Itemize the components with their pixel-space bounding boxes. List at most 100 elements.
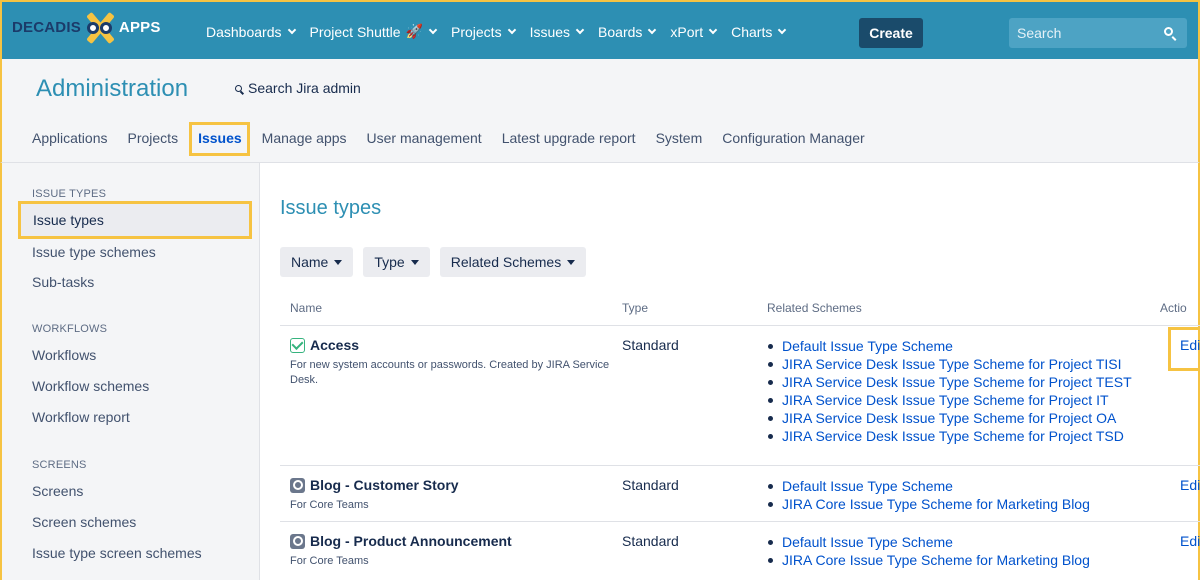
nav-label: Issues bbox=[529, 23, 571, 40]
sidebar-item-screens[interactable]: Screens bbox=[32, 483, 83, 499]
chevron-down-icon bbox=[648, 25, 657, 34]
filter-type-button[interactable]: Type bbox=[363, 247, 430, 277]
sidebar-item-workflows[interactable]: Workflows bbox=[32, 347, 96, 363]
checkbox-icon bbox=[290, 337, 305, 353]
admin-tabs: Applications Projects Issues Manage apps… bbox=[32, 122, 885, 156]
filter-name-button[interactable]: Name bbox=[280, 247, 354, 277]
sidebar-item-issue-type-schemes[interactable]: Issue type schemes bbox=[32, 244, 156, 260]
global-search bbox=[1009, 18, 1187, 48]
logo-word-2: APPS bbox=[118, 18, 161, 36]
sidebar-item-workflow-schemes[interactable]: Workflow schemes bbox=[32, 378, 149, 394]
related-schemes-list: Default Issue Type Scheme JIRA Core Issu… bbox=[767, 533, 1090, 569]
related-schemes-list: Default Issue Type Scheme JIRA Core Issu… bbox=[767, 477, 1090, 513]
type-cell: Standard bbox=[622, 533, 679, 549]
issue-type-name: Access bbox=[290, 337, 620, 353]
scheme-link[interactable]: Default Issue Type Scheme bbox=[767, 533, 1090, 551]
nav-projects[interactable]: Projects bbox=[451, 23, 516, 40]
tab-configuration-manager[interactable]: Configuration Manager bbox=[722, 130, 864, 146]
issue-type-name-text: Access bbox=[310, 337, 360, 353]
issue-types-title: Issue types bbox=[280, 197, 382, 219]
issue-type-name-text: Blog - Customer Story bbox=[310, 477, 459, 493]
issue-type-name-text: Blog - Product Announcement bbox=[310, 533, 512, 549]
tab-latest-upgrade-report[interactable]: Latest upgrade report bbox=[502, 130, 636, 146]
nav-label: Projects bbox=[451, 23, 502, 40]
search-icon bbox=[235, 84, 242, 92]
filter-label: Related Schemes bbox=[450, 254, 562, 270]
scheme-link[interactable]: JIRA Core Issue Type Scheme for Marketin… bbox=[767, 551, 1090, 569]
name-cell: Blog - Product Announcement For Core Tea… bbox=[290, 533, 620, 569]
table-row: Access For new system accounts or passwo… bbox=[280, 326, 1200, 466]
caret-down-icon bbox=[334, 259, 343, 265]
issue-type-description: For Core Teams bbox=[290, 499, 369, 511]
edit-link[interactable]: Edit bbox=[1180, 533, 1200, 549]
scheme-link[interactable]: JIRA Core Issue Type Scheme for Marketin… bbox=[767, 495, 1090, 513]
sidebar-item-issue-type-screen-schemes[interactable]: Issue type screen schemes bbox=[32, 545, 202, 561]
filter-bar: Name Type Related Schemes bbox=[280, 247, 596, 277]
decadis-apps-logo[interactable]: DECADIS APPS bbox=[12, 10, 161, 45]
type-cell: Standard bbox=[622, 477, 679, 493]
nav-dashboards[interactable]: Dashboards bbox=[206, 23, 296, 40]
nav-boards[interactable]: Boards bbox=[598, 23, 657, 40]
nav-charts[interactable]: Charts bbox=[731, 24, 787, 40]
blog-icon bbox=[290, 477, 305, 493]
scheme-link[interactable]: JIRA Service Desk Issue Type Scheme for … bbox=[767, 391, 1132, 409]
table-row: Blog - Customer Story For Core Teams Sta… bbox=[280, 466, 1200, 522]
related-schemes-list: Default Issue Type Scheme JIRA Service D… bbox=[767, 337, 1132, 445]
create-button[interactable]: Create bbox=[859, 18, 923, 48]
filter-label: Type bbox=[374, 254, 405, 270]
nav-label: Boards bbox=[598, 23, 643, 40]
chevron-down-icon bbox=[708, 25, 718, 34]
caret-down-icon bbox=[567, 259, 576, 265]
rocket-icon: 🚀 bbox=[405, 23, 423, 39]
nav-label: xPort bbox=[670, 23, 704, 40]
issue-type-name: Blog - Customer Story bbox=[290, 477, 620, 493]
sidebar-item-sub-tasks[interactable]: Sub-tasks bbox=[32, 274, 94, 290]
nav-xport[interactable]: xPort bbox=[670, 23, 718, 40]
tab-applications[interactable]: Applications bbox=[32, 130, 108, 146]
tab-user-management[interactable]: User management bbox=[367, 130, 482, 146]
chevron-down-icon bbox=[428, 25, 438, 34]
issue-type-description: For new system accounts or passwords. Cr… bbox=[290, 359, 610, 386]
chevron-down-icon bbox=[575, 25, 585, 34]
tab-manage-apps[interactable]: Manage apps bbox=[262, 130, 347, 146]
admin-search-link[interactable]: Search Jira admin bbox=[235, 80, 361, 96]
sidebar-heading-screens: SCREENS bbox=[32, 459, 87, 471]
issue-type-name: Blog - Product Announcement bbox=[290, 533, 620, 549]
filter-label: Name bbox=[291, 254, 329, 270]
scheme-link[interactable]: JIRA Service Desk Issue Type Scheme for … bbox=[767, 373, 1132, 391]
scheme-link[interactable]: JIRA Service Desk Issue Type Scheme for … bbox=[767, 409, 1132, 427]
scheme-link[interactable]: JIRA Service Desk Issue Type Scheme for … bbox=[767, 355, 1132, 373]
tab-issues[interactable]: Issues bbox=[189, 122, 250, 156]
search-input[interactable] bbox=[1009, 18, 1159, 48]
table-row: Blog - Product Announcement For Core Tea… bbox=[280, 522, 1200, 580]
type-cell: Standard bbox=[622, 337, 679, 353]
logo-word-1: DECADIS bbox=[12, 18, 81, 36]
scheme-link[interactable]: Default Issue Type Scheme bbox=[767, 337, 1132, 355]
sidebar-item-issue-types[interactable]: Issue types bbox=[18, 201, 252, 239]
chevron-down-icon bbox=[778, 25, 787, 34]
scheme-link[interactable]: JIRA Service Desk Issue Type Scheme for … bbox=[767, 427, 1132, 445]
logo-mark-icon bbox=[82, 11, 118, 45]
nav-label: Dashboards bbox=[206, 23, 282, 40]
column-header-related-schemes: Related Schemes bbox=[767, 301, 862, 315]
search-icon[interactable] bbox=[1164, 27, 1173, 36]
sidebar-heading-workflows: WORKFLOWS bbox=[32, 323, 108, 335]
admin-header: Administration Search Jira admin Applica… bbox=[0, 59, 1200, 163]
tab-projects[interactable]: Projects bbox=[128, 130, 179, 146]
sidebar-item-screen-schemes[interactable]: Screen schemes bbox=[32, 514, 136, 530]
edit-link[interactable]: Edit bbox=[1180, 477, 1200, 493]
blog-icon bbox=[290, 533, 305, 549]
main-content: Issue types Name Type Related Schemes Na… bbox=[261, 163, 1200, 580]
nav-issues[interactable]: Issues bbox=[529, 23, 585, 40]
sidebar-item-workflow-report[interactable]: Workflow report bbox=[32, 409, 130, 425]
caret-down-icon bbox=[410, 259, 419, 265]
sidebar-heading-issue-types: ISSUE TYPES bbox=[32, 188, 107, 200]
column-header-type: Type bbox=[622, 301, 649, 315]
scheme-link[interactable]: Default Issue Type Scheme bbox=[767, 477, 1090, 495]
tab-system[interactable]: System bbox=[656, 130, 703, 146]
edit-link[interactable]: Edit bbox=[1167, 327, 1200, 371]
page-title: Administration bbox=[36, 75, 189, 102]
filter-related-schemes-button[interactable]: Related Schemes bbox=[439, 247, 587, 277]
nav-project-shuttle[interactable]: Project Shuttle 🚀 bbox=[310, 23, 438, 40]
nav-menu: Dashboards Project Shuttle 🚀 Projects Iss… bbox=[206, 2, 800, 61]
